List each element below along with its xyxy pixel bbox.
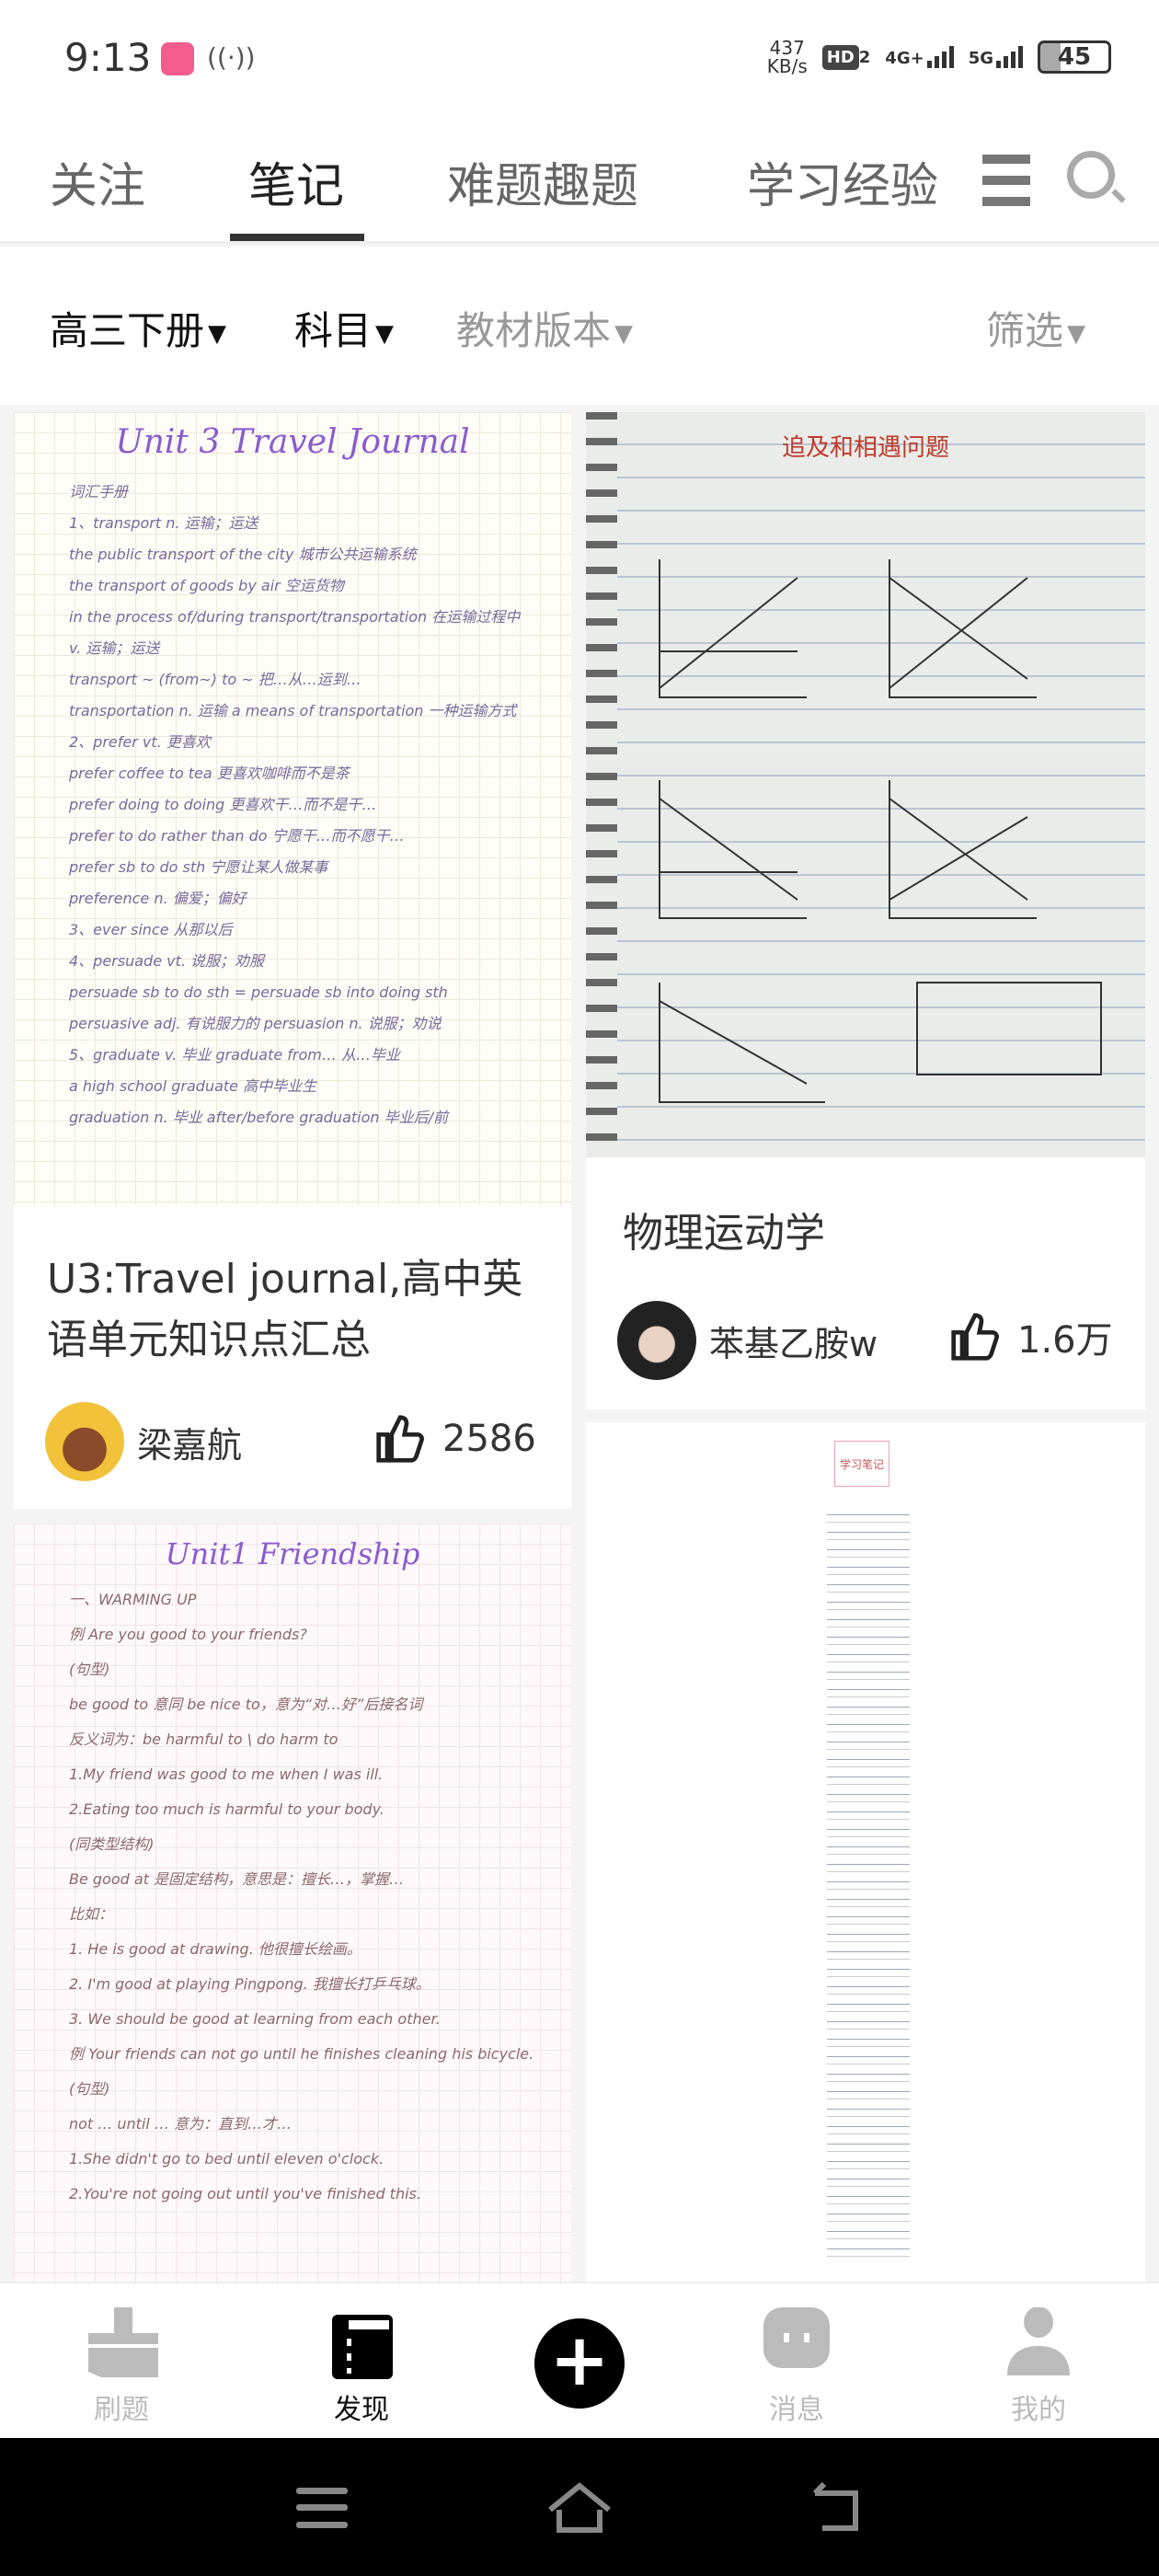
note-line: persuade sb to do sth = persuade sb into…: [69, 983, 448, 1001]
note-line: prefer to do rather than do 宁愿干…而不愿干…: [69, 827, 405, 845]
tab-puzzles[interactable]: 难题趣题: [447, 147, 638, 216]
note-image-text: 一、WARMING UP 例 Are you good to your frien…: [69, 1582, 544, 2212]
like-button[interactable]: 2586: [374, 1413, 536, 1465]
note-card[interactable]: Unit 3 Travel Journal 词汇手册 1、transport n.…: [14, 412, 571, 1509]
note-line: the public transport of the city 城市公共运输系…: [69, 546, 417, 563]
note-line: 反义词为：be harmful to \ do harm to: [69, 1731, 339, 1748]
note-line: prefer coffee to tea 更喜欢咖啡而不是茶: [69, 765, 350, 782]
note-image-text: 词汇手册 1、transport n. 运输；运送 the public trans…: [69, 477, 544, 1133]
card-title[interactable]: 物理运动学: [623, 1203, 1118, 1264]
note-line: in the process of/during transport/trans…: [69, 608, 521, 626]
thumbs-up-icon: [376, 1415, 424, 1463]
note-line: transportation n. 运输 a means of transpor…: [69, 702, 517, 719]
funnel-icon: ▼: [1067, 319, 1086, 348]
note-line: 2. I'm good at playing Pingpong. 我擅长打乒乓球…: [69, 1975, 430, 1993]
note-line: 词汇手册: [69, 483, 129, 500]
note-line: 2.Eating too much is harmful to your bod…: [69, 1800, 384, 1818]
bilibili-icon: [161, 42, 194, 75]
author[interactable]: 梁嘉航: [45, 1402, 242, 1481]
avatar[interactable]: [45, 1402, 124, 1481]
like-button[interactable]: 1.6万: [949, 1310, 1113, 1363]
note-line: v. 运输；运送: [69, 639, 160, 657]
note-line: persuasive adj. 有说服力的 persuasion n. 说服；劝…: [69, 1015, 442, 1032]
note-line: Be good at 是固定结构，意思是：擅长…，掌握…: [69, 1870, 405, 1888]
card-title[interactable]: U3:Travel journal,高中英语单元知识点汇总: [47, 1249, 544, 1371]
note-card[interactable]: 学习笔记: [586, 1422, 1145, 2282]
nfc-icon: ((·)): [207, 42, 256, 73]
like-count: 2586: [442, 1418, 536, 1460]
bottom-nav: 刷题 发现 + 消息 我的: [0, 2282, 1159, 2438]
note-card[interactable]: 追及和相遇问题 物理运动学 苯基乙胺w 1.6万: [586, 412, 1145, 1409]
search-icon[interactable]: [1067, 151, 1115, 199]
note-card[interactable]: Unit1 Friendship 一、WARMING UP 例 Are you g…: [14, 1524, 571, 2282]
tab-experience[interactable]: 学习经验: [747, 147, 938, 216]
system-nav-bar: [0, 2438, 1159, 2576]
thumbs-up-icon: [951, 1313, 999, 1361]
notebook-icon: [332, 2315, 393, 2379]
avatar[interactable]: [617, 1301, 696, 1380]
note-line: (句型): [69, 1661, 110, 1678]
note-line: 比如：: [69, 1905, 114, 1923]
note-line: 1、transport n. 运输；运送: [69, 514, 258, 532]
filter-button[interactable]: 筛选 ▼: [986, 300, 1085, 356]
note-line: (句型): [69, 2080, 110, 2098]
menu-icon[interactable]: [982, 155, 1030, 206]
grade-dropdown[interactable]: 高三下册 ▼: [50, 300, 226, 356]
note-line: a high school graduate 高中毕业生: [69, 1077, 317, 1095]
note-line: 5、graduate v. 毕业 graduate from… 从…毕业: [69, 1046, 400, 1064]
network-speed: 437 KB/s: [766, 37, 808, 77]
graph-sketch: [659, 559, 1102, 1103]
note-image[interactable]: Unit1 Friendship 一、WARMING UP 例 Are you g…: [14, 1524, 571, 2282]
note-line: 4、persuade vt. 说服；劝服: [69, 952, 265, 970]
home-icon[interactable]: [546, 2482, 613, 2534]
note-line: 1.She didn't go to bed until eleven o'cl…: [69, 2150, 384, 2168]
note-line: 2.You're not going out until you've fini…: [69, 2185, 421, 2202]
message-icon: [763, 2307, 830, 2368]
note-line: prefer sb to do sth 宁愿让某人做某事: [69, 858, 328, 876]
status-bar: 9:13 ((·)) 437 KB/s HD 2 4G+ 5G 45: [0, 0, 1159, 120]
note-line: not … until … 意为：直到…才…: [69, 2115, 292, 2133]
note-image[interactable]: Unit 3 Travel Journal 词汇手册 1、transport n.…: [14, 412, 571, 1205]
filter-bar: 高三下册 ▼ 科目 ▼ 教材版本 ▼ 筛选 ▼: [0, 247, 1159, 405]
note-line: graduation n. 毕业 after/before graduation…: [69, 1109, 448, 1126]
back-icon[interactable]: [809, 2482, 865, 2534]
signal-5g-icon: 5G: [969, 46, 1023, 68]
create-button[interactable]: +: [534, 2318, 625, 2409]
plus-icon: +: [549, 2319, 610, 2402]
note-line: 1. He is good at drawing. 他很擅长绘画。: [69, 1940, 361, 1958]
active-tab-indicator: [230, 234, 364, 241]
edition-dropdown[interactable]: 教材版本 ▼: [456, 300, 633, 356]
subject-dropdown[interactable]: 科目 ▼: [294, 300, 394, 356]
note-line: 例 Your friends can not go until he finis…: [69, 2045, 534, 2063]
note-line: preference n. 偏爱；偏好: [69, 890, 247, 907]
note-line: 3. We should be good at learning from ea…: [69, 2010, 441, 2028]
recent-apps-icon[interactable]: [296, 2488, 348, 2528]
broom-icon: [88, 2307, 158, 2377]
top-tabs: 关注 笔记 难题趣题 学习经验: [0, 120, 1159, 244]
note-line: 例 Are you good to your friends?: [69, 1626, 307, 1643]
note-image[interactable]: 学习笔记: [586, 1422, 1145, 2282]
tab-notes[interactable]: 笔记: [248, 147, 344, 216]
note-line: be good to 意同 be nice to，意为“对…好”后接名词: [69, 1696, 423, 1713]
signal-4g-icon: 4G+: [885, 46, 954, 68]
note-line: 3、ever since 从那以后: [69, 921, 233, 938]
battery-icon: 45: [1038, 40, 1111, 74]
note-line: 一、WARMING UP: [69, 1591, 197, 1608]
note-line: 2、prefer vt. 更喜欢: [69, 733, 211, 751]
tab-follow[interactable]: 关注: [50, 147, 145, 216]
note-line: prefer doing to doing 更喜欢干…而不是干…: [69, 796, 377, 813]
like-count: 1.6万: [1017, 1319, 1113, 1362]
note-line: the transport of goods by air 空运货物: [69, 577, 344, 594]
author[interactable]: 苯基乙胺w: [617, 1301, 878, 1380]
note-line: (同类型结构): [69, 1835, 155, 1853]
note-line: 1.My friend was good to me when I was il…: [69, 1765, 384, 1783]
note-image[interactable]: 追及和相遇问题: [586, 412, 1145, 1157]
note-line: transport ~ (from~) to ~ 把…从…运到…: [69, 671, 361, 688]
user-icon: [1007, 2307, 1070, 2375]
hd-voice-icon: HD 2: [821, 44, 870, 70]
clock: 9:13: [64, 35, 152, 80]
